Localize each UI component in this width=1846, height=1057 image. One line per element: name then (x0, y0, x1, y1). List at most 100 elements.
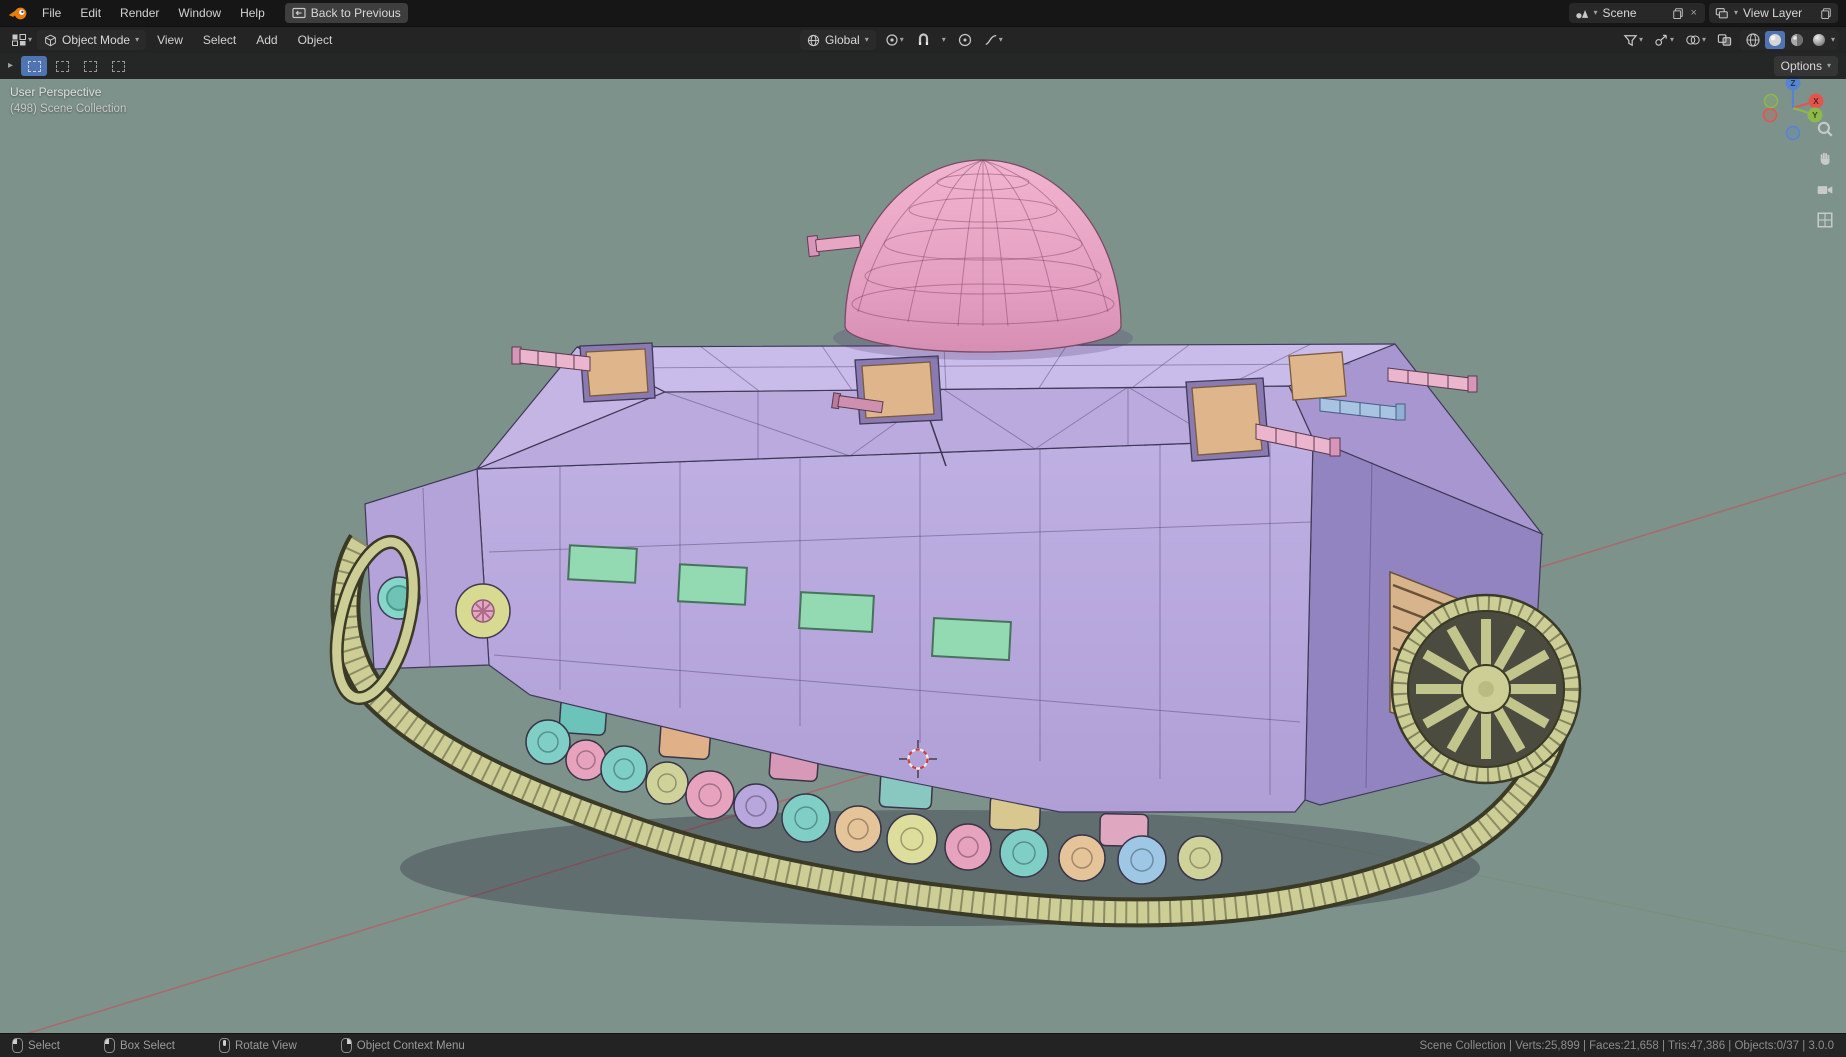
options-chevron: ▾ (1826, 61, 1831, 70)
new-scene-icon[interactable] (1672, 7, 1684, 19)
front-hub (455, 583, 511, 639)
editor-type-chevron: ▾ (28, 35, 33, 44)
back-workspace-icon (292, 7, 306, 19)
mount-top-right (1288, 351, 1347, 401)
menu-view[interactable]: View (148, 30, 192, 50)
magnet-icon (918, 33, 928, 45)
sponson-left (585, 348, 649, 397)
shading-solid-button[interactable] (1764, 31, 1785, 49)
viewport-3d-canvas[interactable] (0, 0, 1846, 1057)
gizmos-button[interactable]: ▾ (1651, 31, 1677, 49)
box-select-intersect-icon (111, 60, 125, 72)
shading-material-button[interactable] (1787, 31, 1807, 49)
menu-edit[interactable]: Edit (71, 3, 110, 23)
menu-add[interactable]: Add (247, 30, 286, 50)
rear-drive-wheel (1390, 593, 1582, 785)
svg-text:Z: Z (1790, 78, 1795, 88)
snap-settings-chevron: ▾ (941, 35, 946, 44)
transform-orientation-dropdown[interactable]: Global ▾ (800, 30, 876, 50)
scene-selector[interactable]: ▾ Scene × (1568, 3, 1705, 23)
shading-rendered-button[interactable] (1809, 31, 1829, 49)
hint-context-menu: Object Context Menu (340, 1038, 465, 1053)
shading-mode-group: ▾ (1739, 30, 1838, 50)
active-collection-label: (498) Scene Collection (10, 103, 127, 115)
snap-toggle-button[interactable] (913, 31, 933, 49)
view-layer-browse-chevron: ▾ (1733, 8, 1738, 17)
sponson-right (1191, 383, 1263, 456)
keymap-hints: Select Box Select Rotate View Object Con… (12, 1038, 499, 1053)
menu-select[interactable]: Select (194, 30, 245, 50)
view-layer-icon (1715, 7, 1729, 20)
box-select-icon (27, 60, 41, 72)
perspective-toggle-control[interactable] (1816, 211, 1834, 234)
menu-help[interactable]: Help (231, 3, 274, 23)
hull-front-plate (364, 468, 490, 670)
gizmo-y-neg[interactable] (1763, 93, 1779, 109)
select-mode-new-button[interactable] (21, 56, 48, 76)
gizmo-toggle-icon (1655, 34, 1667, 46)
scene-name: Scene (1602, 6, 1637, 20)
topbar: File Edit Render Window Help Back to Pre… (0, 0, 1846, 26)
overlays-button[interactable]: ▾ (1682, 31, 1709, 49)
pivot-point-button[interactable]: ▾ (882, 31, 907, 49)
pivot-point-chevron: ▾ (899, 35, 904, 44)
viewport-overlay-text: User Perspective (498) Scene Collection (10, 84, 126, 118)
select-mode-intersect-button[interactable] (105, 56, 131, 76)
unlink-scene-icon[interactable]: × (1689, 7, 1699, 19)
xray-toggle-button[interactable] (1714, 31, 1735, 49)
snap-settings-button[interactable]: ▾ (939, 34, 949, 46)
view-perspective-label: User Perspective (10, 85, 102, 99)
shading-options-chevron[interactable]: ▾ (1831, 36, 1835, 44)
editor-type-button[interactable]: ▾ (8, 31, 35, 49)
orientation-chevron: ▾ (864, 35, 869, 44)
options-button[interactable]: Options ▾ (1773, 56, 1838, 76)
mode-dropdown[interactable]: Object Mode ▾ (37, 30, 147, 50)
tool-settings-expand-icon[interactable]: ▸ (8, 61, 13, 71)
gizmo-x-neg[interactable] (1762, 107, 1778, 123)
back-to-previous-button[interactable]: Back to Previous (284, 3, 408, 23)
new-view-layer-icon[interactable] (1820, 7, 1832, 19)
select-mode-subtract-button[interactable] (77, 56, 103, 76)
view-layer-selector[interactable]: ▾ View Layer (1708, 3, 1838, 23)
svg-text:Y: Y (1812, 110, 1818, 120)
mouse-left-drag-icon (103, 1038, 115, 1053)
box-select-subtract-icon (83, 60, 97, 72)
filter-funnel-icon (1623, 35, 1638, 47)
proportional-editing-button[interactable] (955, 31, 975, 49)
proportional-falloff-button[interactable]: ▾ (981, 31, 1006, 49)
back-button-label: Back to Previous (310, 6, 401, 20)
visibility-chevron: ▾ (1638, 35, 1643, 44)
zoom-control[interactable] (1816, 120, 1834, 143)
mouse-left-icon (12, 1038, 23, 1053)
scene-statistics: Scene Collection | Verts:25,899 | Faces:… (1419, 1039, 1834, 1052)
hint-context-menu-label: Object Context Menu (356, 1039, 465, 1052)
mode-dropdown-value: Object Mode (62, 33, 131, 47)
viewport-header: ▾ Object Mode ▾ View Select Add Object G… (0, 26, 1846, 53)
select-mode-extend-button[interactable] (49, 56, 75, 76)
hand-icon (1820, 152, 1830, 165)
window-1 (567, 544, 638, 584)
globe-icon (807, 34, 820, 46)
shading-wireframe-button[interactable] (1743, 31, 1763, 49)
proportional-editing-icon (958, 33, 971, 47)
scene-icon (1575, 7, 1589, 20)
editor-type-icon (12, 34, 26, 46)
object-visibility-button[interactable]: ▾ (1620, 31, 1646, 49)
gizmos-chevron: ▾ (1669, 35, 1674, 44)
hint-select-label: Select (28, 1039, 60, 1052)
menu-window[interactable]: Window (169, 3, 230, 23)
orientation-value: Global (825, 33, 860, 47)
window-4 (931, 616, 1012, 662)
menu-render[interactable]: Render (111, 3, 168, 23)
camera-view-control[interactable] (1816, 181, 1834, 204)
svg-text:X: X (1813, 96, 1819, 106)
hint-box-select: Box Select (103, 1038, 175, 1053)
mouse-middle-icon (218, 1038, 230, 1053)
menu-object[interactable]: Object (289, 30, 342, 50)
blender-logo-icon[interactable] (8, 6, 28, 21)
tool-settings-bar: ▸ Options ▾ (0, 53, 1846, 79)
pan-control[interactable] (1816, 150, 1834, 173)
gizmo-z-neg[interactable] (1785, 125, 1801, 141)
menu-file[interactable]: File (33, 3, 70, 23)
hint-box-select-label: Box Select (119, 1039, 175, 1052)
